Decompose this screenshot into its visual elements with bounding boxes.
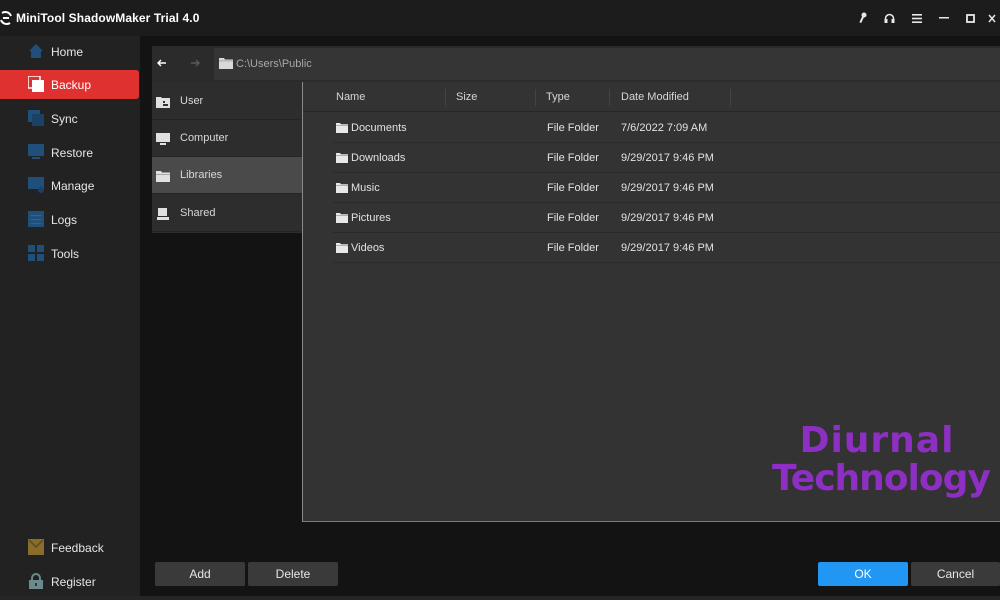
close-icon[interactable] [984, 0, 1000, 36]
path-text: C:\Users\Public [236, 58, 312, 70]
computer-icon [156, 133, 170, 145]
file-list-header: Name Size Type Date Modified [303, 84, 1000, 112]
location-shared[interactable]: Shared [152, 195, 302, 232]
sidebar-item-label: Register [51, 575, 96, 589]
sidebar-item-label: Feedback [51, 541, 104, 555]
file-type: File Folder [547, 242, 599, 254]
sidebar-item-label: Restore [51, 146, 94, 160]
maximize-icon[interactable] [957, 0, 984, 36]
sidebar-item-restore[interactable]: Restore [0, 138, 139, 167]
minimize-icon[interactable] [930, 0, 957, 36]
sidebar-item-logs[interactable]: Logs [0, 205, 139, 234]
file-type: File Folder [547, 122, 599, 134]
location-label: Shared [180, 207, 216, 219]
file-name: Downloads [351, 152, 406, 164]
folder-icon [336, 243, 348, 253]
column-separator[interactable] [535, 89, 536, 106]
file-date: 9/29/2017 9:46 PM [621, 242, 714, 254]
user-folder-icon [156, 97, 170, 108]
location-label: User [180, 95, 204, 107]
file-name: Documents [351, 122, 407, 134]
bottom-border [0, 596, 1000, 600]
sidebar-item-manage[interactable]: Manage [0, 171, 139, 200]
app-logo-icon [0, 10, 12, 26]
column-header-name[interactable]: Name [336, 91, 365, 103]
location-libraries[interactable]: Libraries [152, 157, 302, 194]
column-header-date-modified[interactable]: Date Modified [621, 91, 689, 103]
file-name: Pictures [351, 212, 391, 224]
home-icon [29, 44, 43, 58]
watermark-line-2: Technology [772, 458, 991, 499]
file-type: File Folder [547, 152, 599, 164]
arrow-right-icon [191, 59, 200, 67]
file-row[interactable]: Music File Folder 9/29/2017 9:46 PM [333, 173, 1000, 203]
location-user[interactable]: User [152, 83, 302, 120]
file-date: 9/29/2017 9:46 PM [621, 212, 714, 224]
forward-button[interactable] [190, 56, 204, 70]
sidebar-item-label: Home [51, 45, 84, 59]
location-computer[interactable]: Computer [152, 120, 302, 157]
title-bar: MiniTool ShadowMaker Trial 4.0 [0, 0, 1000, 36]
sidebar-item-sync[interactable]: Sync [0, 104, 139, 133]
folder-icon [156, 171, 170, 182]
sidebar-item-label: Tools [51, 247, 80, 261]
file-row[interactable]: Documents File Folder 7/6/2022 7:09 AM [333, 113, 1000, 143]
lock-icon [29, 573, 43, 589]
backup-icon [28, 76, 44, 92]
sidebar-item-label: Sync [51, 112, 78, 126]
file-row[interactable]: Downloads File Folder 9/29/2017 9:46 PM [333, 143, 1000, 173]
column-separator[interactable] [609, 89, 610, 106]
file-row[interactable]: Pictures File Folder 9/29/2017 9:46 PM [333, 203, 1000, 233]
location-label: Computer [180, 132, 229, 144]
arrow-left-icon [157, 59, 166, 67]
menu-icon[interactable] [903, 0, 930, 36]
file-type: File Folder [547, 212, 599, 224]
sidebar-item-feedback[interactable]: Feedback [0, 533, 139, 562]
folder-icon [336, 123, 348, 133]
restore-icon [28, 144, 44, 159]
manage-icon [28, 177, 44, 193]
sync-icon [28, 110, 44, 126]
file-name: Music [351, 182, 380, 194]
tools-icon [28, 245, 44, 261]
headset-icon[interactable] [876, 0, 903, 36]
cancel-button[interactable]: Cancel [911, 562, 1000, 586]
column-separator[interactable] [730, 89, 731, 106]
file-date: 7/6/2022 7:09 AM [621, 122, 708, 134]
sidebar-item-register[interactable]: Register [0, 567, 139, 596]
location-label: Libraries [180, 169, 223, 181]
watermark: Diurnal Technology [772, 420, 991, 499]
delete-button[interactable]: Delete [248, 562, 338, 586]
add-button[interactable]: Add [155, 562, 245, 586]
column-header-size[interactable]: Size [456, 91, 477, 103]
sidebar-item-label: Manage [51, 179, 95, 193]
sidebar-item-label: Logs [51, 213, 78, 227]
feedback-icon [28, 539, 44, 555]
app-title: MiniTool ShadowMaker Trial 4.0 [16, 11, 200, 25]
ok-button[interactable]: OK [818, 562, 908, 586]
file-type: File Folder [547, 182, 599, 194]
shared-icon [157, 208, 169, 220]
file-row[interactable]: Videos File Folder 9/29/2017 9:46 PM [333, 233, 1000, 263]
file-date: 9/29/2017 9:46 PM [621, 182, 714, 194]
back-button[interactable] [157, 56, 171, 70]
key-icon[interactable] [849, 0, 876, 36]
folder-icon [336, 153, 348, 163]
logs-icon [28, 211, 44, 227]
file-date: 9/29/2017 9:46 PM [621, 152, 714, 164]
window-controls [849, 0, 1000, 36]
column-header-type[interactable]: Type [546, 91, 570, 103]
folder-icon [219, 58, 233, 69]
column-separator[interactable] [445, 89, 446, 106]
folder-icon [336, 183, 348, 193]
file-name: Videos [351, 242, 385, 254]
sidebar-item-home[interactable]: Home [0, 37, 139, 66]
sidebar-item-tools[interactable]: Tools [0, 239, 139, 268]
watermark-line-1: Diurnal [799, 420, 955, 461]
path-field[interactable] [214, 48, 1000, 80]
folder-icon [336, 213, 348, 223]
sidebar-item-backup[interactable]: Backup [0, 70, 139, 99]
sidebar-item-label: Backup [51, 78, 92, 92]
